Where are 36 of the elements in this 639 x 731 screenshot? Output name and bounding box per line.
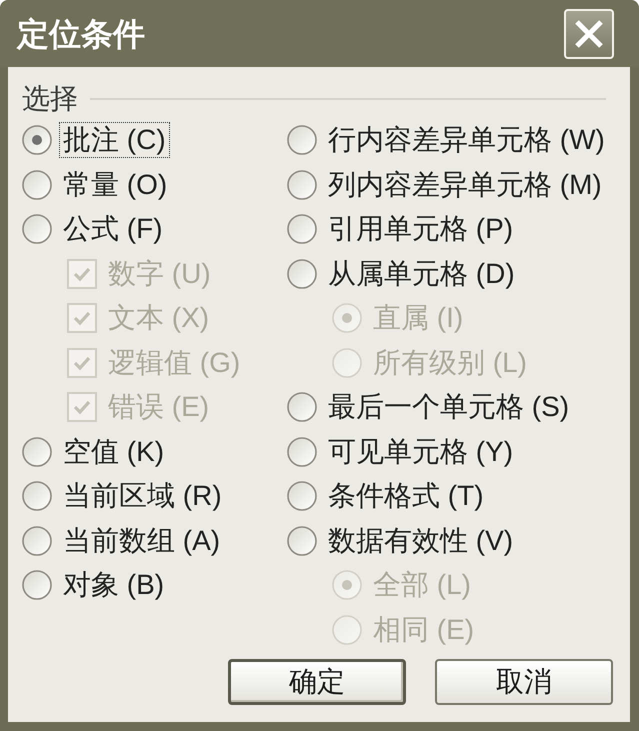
option-label[interactable]: 行内容差异单元格 (W) xyxy=(324,122,609,158)
option-label[interactable]: 从属单元格 (D) xyxy=(324,256,519,292)
radio-button[interactable] xyxy=(287,258,317,289)
radio-button[interactable] xyxy=(22,526,52,556)
radio-button[interactable] xyxy=(22,481,52,512)
radio-button[interactable] xyxy=(287,436,317,467)
option-label[interactable]: 当前区域 (R) xyxy=(59,478,226,514)
radio-button[interactable] xyxy=(287,170,317,200)
option-label[interactable]: 数据有效性 (V) xyxy=(324,522,518,559)
option-label[interactable]: 条件格式 (T) xyxy=(324,478,488,514)
radio-button[interactable] xyxy=(287,214,317,244)
option-label[interactable]: 可见单元格 (Y) xyxy=(324,434,518,470)
radio-button[interactable] xyxy=(22,170,52,200)
option-label[interactable]: 公式 (F) xyxy=(59,211,167,248)
radio-button[interactable] xyxy=(287,125,317,156)
cancel-button[interactable]: 取消 xyxy=(435,659,613,705)
radio-button[interactable] xyxy=(287,481,317,512)
close-icon xyxy=(574,18,604,48)
option-label[interactable]: 对象 (B) xyxy=(59,567,168,604)
option-label[interactable]: 列内容差异单元格 (M) xyxy=(324,166,606,203)
ok-button[interactable]: 确定 xyxy=(228,659,406,705)
option-label[interactable]: 常量 (O) xyxy=(59,166,172,203)
radio-button[interactable] xyxy=(22,214,52,244)
option-label[interactable]: 批注 (C) xyxy=(59,122,170,158)
radio-button[interactable] xyxy=(287,526,317,556)
window-title: 定位条件 xyxy=(17,16,146,52)
group-label: 选择 xyxy=(22,83,78,115)
radio-button[interactable] xyxy=(22,570,52,600)
radio-button[interactable] xyxy=(22,125,52,156)
option-label[interactable]: 最后一个单元格 (S) xyxy=(324,389,574,426)
radio-button[interactable] xyxy=(22,436,52,467)
option-label[interactable]: 空值 (K) xyxy=(59,434,168,470)
close-button[interactable] xyxy=(564,8,614,58)
option-label[interactable]: 引用单元格 (P) xyxy=(324,211,518,248)
option-label[interactable]: 当前数组 (A) xyxy=(59,522,224,559)
radio-button[interactable] xyxy=(287,392,317,422)
